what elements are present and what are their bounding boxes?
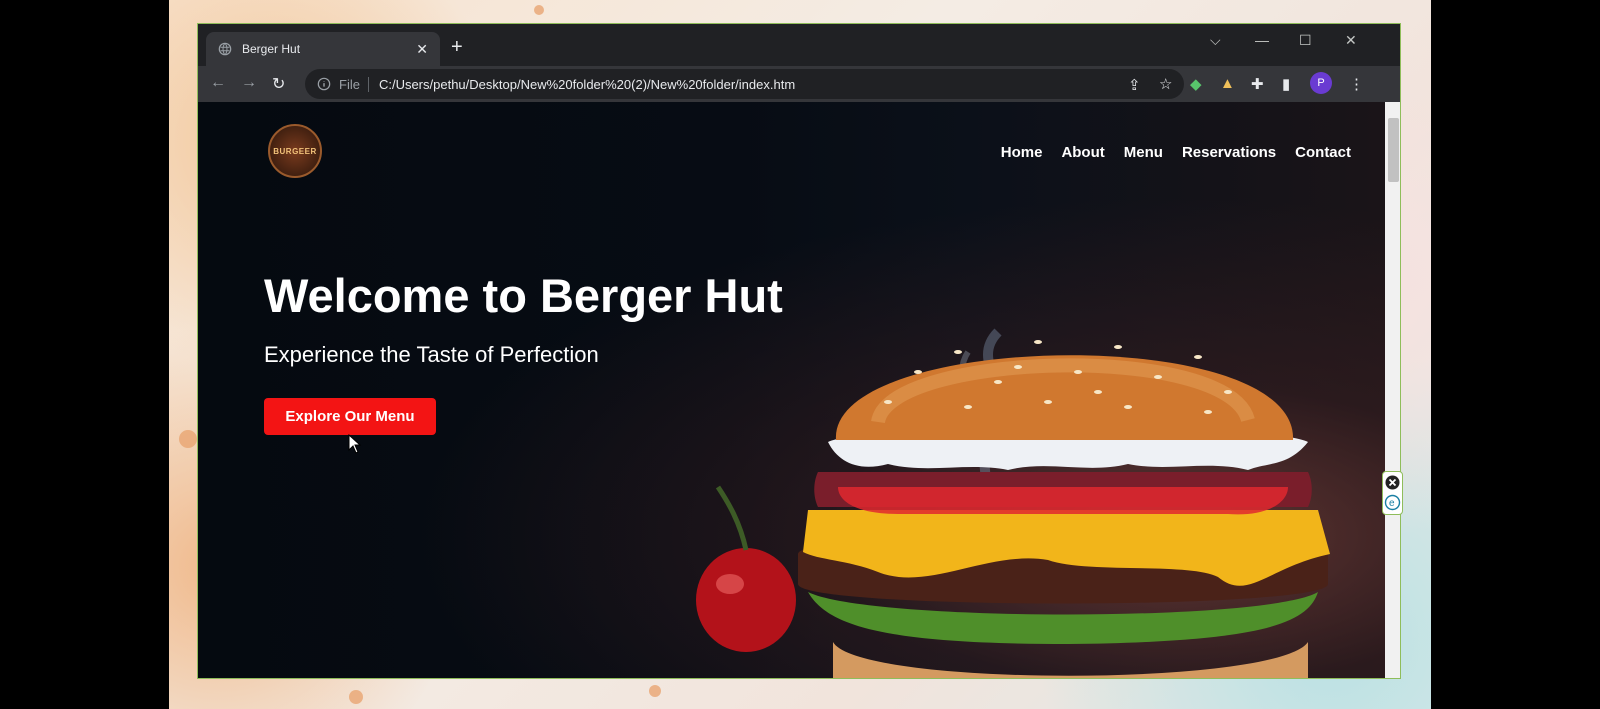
scheme-label: File bbox=[339, 76, 369, 92]
mouse-cursor-icon bbox=[348, 434, 362, 454]
star-icon[interactable]: ☆ bbox=[1159, 75, 1172, 93]
nav-about[interactable]: About bbox=[1061, 144, 1104, 161]
share-icon[interactable]: ⇪ bbox=[1128, 76, 1141, 94]
extension-image-icon[interactable]: ▲ bbox=[1220, 75, 1235, 92]
chevron-down-icon[interactable]: ⌵ bbox=[1210, 32, 1221, 49]
page-scrollbar[interactable] bbox=[1385, 102, 1400, 678]
plus-icon[interactable]: + bbox=[451, 36, 463, 59]
nav-reservations[interactable]: Reservations bbox=[1182, 144, 1276, 161]
back-arrow-icon[interactable]: ← bbox=[210, 74, 226, 92]
site-nav: Home About Menu Reservations Contact bbox=[1001, 144, 1351, 161]
forward-arrow-icon[interactable]: → bbox=[241, 74, 257, 92]
site-logo[interactable]: BURGEER bbox=[268, 124, 322, 178]
globe-icon bbox=[218, 42, 232, 56]
close-icon[interactable]: ✕ bbox=[416, 41, 428, 58]
burger-illustration bbox=[696, 328, 1330, 678]
logo-text: BURGEER bbox=[273, 146, 317, 156]
info-icon bbox=[317, 77, 331, 91]
side-extension-widget[interactable]: e bbox=[1382, 471, 1403, 515]
extensions-icon[interactable]: ✚ bbox=[1251, 75, 1264, 93]
page-viewport: BURGEER Home About Menu Reservations Con… bbox=[198, 102, 1385, 678]
hero-subtitle: Experience the Taste of Perfection bbox=[264, 342, 599, 367]
explore-menu-button[interactable]: Explore Our Menu bbox=[264, 398, 436, 435]
nav-home[interactable]: Home bbox=[1001, 144, 1043, 161]
edge-e-icon[interactable]: e bbox=[1384, 494, 1401, 511]
close-circle-icon[interactable] bbox=[1384, 474, 1401, 491]
url-text: C:/Users/pethu/Desktop/New%20folder%20(2… bbox=[378, 76, 796, 92]
svg-text:e: e bbox=[1389, 498, 1395, 509]
nav-contact[interactable]: Contact bbox=[1295, 144, 1351, 161]
side-panel-icon[interactable]: ▮ bbox=[1282, 75, 1290, 93]
maximize-icon[interactable]: ☐ bbox=[1299, 32, 1312, 49]
decorative-dot bbox=[649, 685, 661, 697]
window-close-icon[interactable]: ✕ bbox=[1345, 32, 1357, 49]
minimize-icon[interactable]: — bbox=[1255, 32, 1269, 48]
avatar[interactable]: P bbox=[1310, 72, 1332, 94]
reload-icon[interactable]: ↻ bbox=[272, 74, 285, 94]
decorative-dot bbox=[179, 430, 197, 448]
tab-berger-hut[interactable]: Berger Hut ✕ bbox=[206, 32, 440, 66]
nav-menu[interactable]: Menu bbox=[1124, 144, 1163, 161]
address-bar[interactable]: File C:/Users/pethu/Desktop/New%20folder… bbox=[305, 69, 1184, 99]
decorative-dot bbox=[534, 5, 544, 15]
browser-window: Berger Hut ✕ + ⌵ — ☐ ✕ ← → ↻ File C:/Use… bbox=[197, 23, 1401, 679]
extension-green-icon[interactable]: ◆ bbox=[1190, 75, 1202, 93]
kebab-menu-icon[interactable]: ⋮ bbox=[1349, 75, 1364, 93]
decorative-dot bbox=[349, 690, 363, 704]
scrollbar-thumb[interactable] bbox=[1388, 118, 1399, 182]
tab-title: Berger Hut bbox=[242, 42, 301, 56]
browser-toolbar: ← → ↻ File C:/Users/pethu/Desktop/New%20… bbox=[198, 66, 1400, 102]
tab-strip: Berger Hut ✕ + ⌵ — ☐ ✕ bbox=[198, 24, 1400, 66]
